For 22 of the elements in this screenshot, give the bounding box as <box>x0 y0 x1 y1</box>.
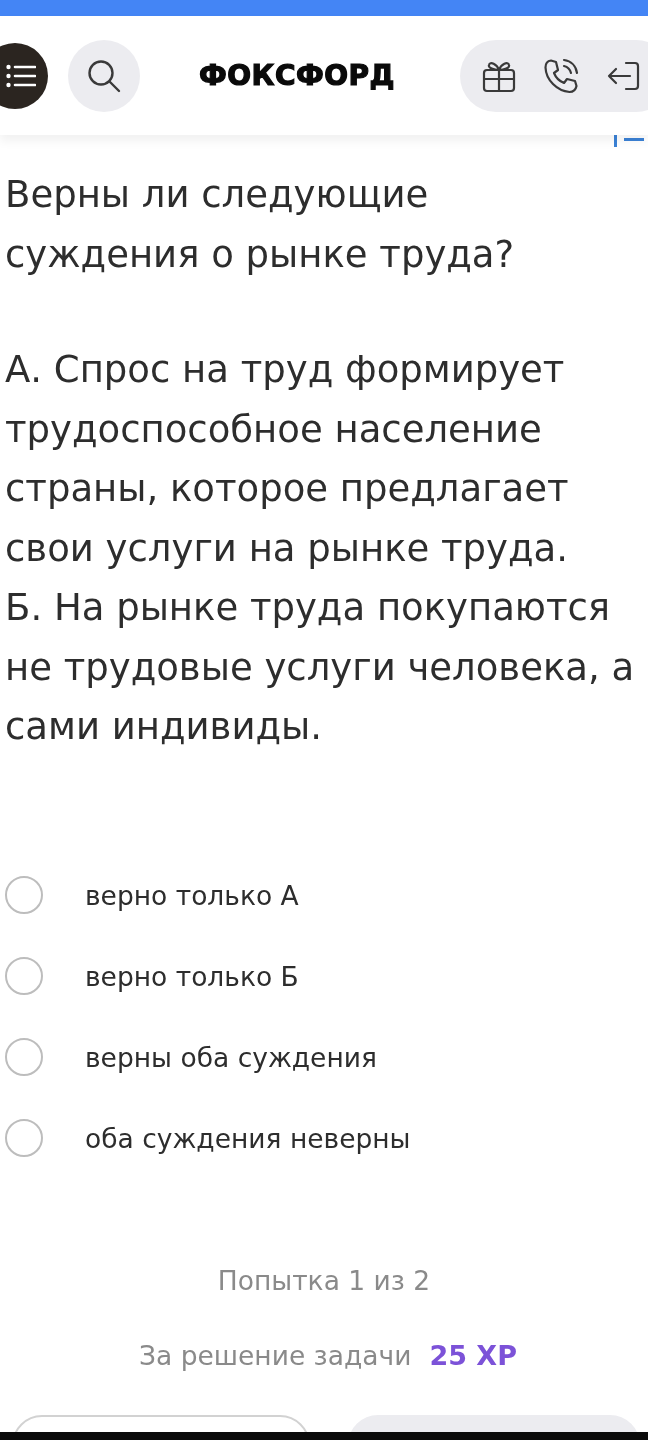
logo[interactable]: ФОКСФОРД <box>199 59 396 92</box>
menu-button[interactable] <box>0 42 48 109</box>
radio-button[interactable] <box>5 1119 43 1157</box>
logout-icon <box>606 60 640 91</box>
radio-button[interactable] <box>5 1038 43 1076</box>
phone-button[interactable] <box>542 56 580 95</box>
reward-label: За решение задачи <box>139 1338 412 1373</box>
option-label[interactable]: оба суждения неверны <box>85 1122 411 1154</box>
reward-points: 25 XP <box>429 1338 517 1373</box>
statement-text: Б. На рынке труда покупаются не трудовые услуги человека, а сами индивиды. <box>5 585 636 750</box>
option-label[interactable]: верно только Б <box>85 960 299 992</box>
radio-button[interactable] <box>5 876 43 914</box>
question-title: Верны ли следующие суждения о рынке труда? <box>5 172 516 278</box>
menu-icon <box>6 63 36 88</box>
radio-button[interactable] <box>5 957 43 995</box>
option-label[interactable]: верно только А <box>85 879 299 911</box>
search-icon <box>87 58 121 93</box>
option-label[interactable]: верны оба суждения <box>85 1041 377 1073</box>
corner-mark-icon <box>614 135 644 147</box>
attempt-counter: Попытка 1 из 2 <box>216 1263 432 1298</box>
statement-text: А. Спрос на труд формирует трудоспособное население страны, которое предлагает свои услуги на рынке труда. <box>5 347 570 572</box>
phone-call-icon <box>543 57 579 94</box>
